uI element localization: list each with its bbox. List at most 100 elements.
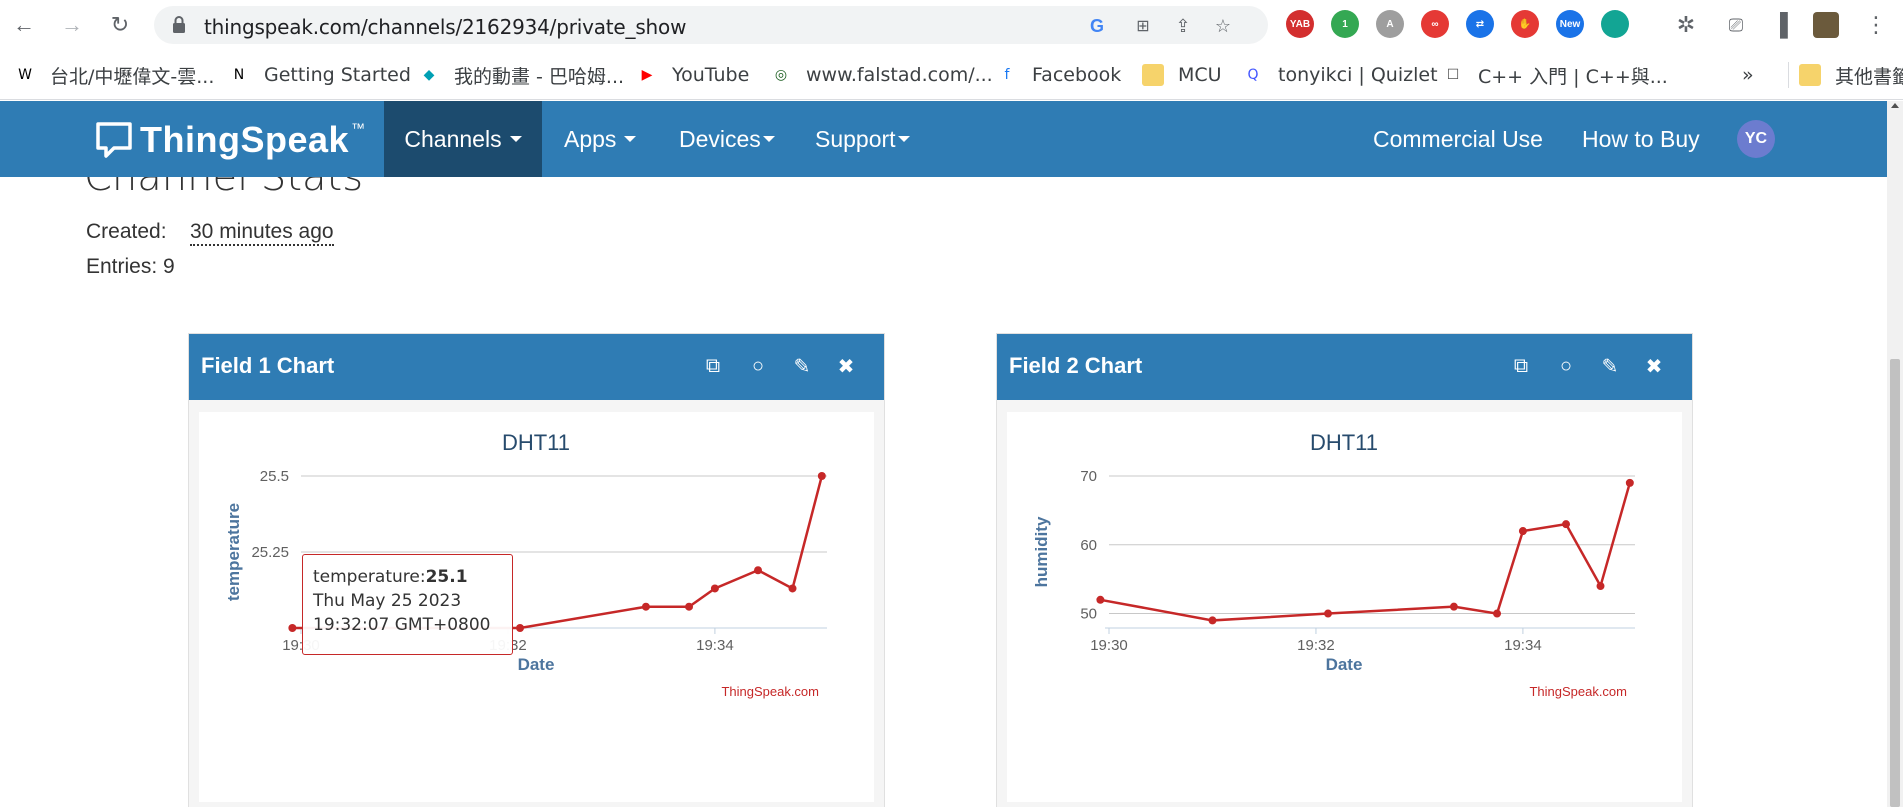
close-icon[interactable]: ✖ <box>833 352 859 380</box>
lock-icon <box>173 16 185 33</box>
data-point[interactable] <box>516 624 525 632</box>
bookmark-item[interactable]: Qtonyikci | Quizlet <box>1242 62 1438 88</box>
y-tick-label: 70 <box>1080 468 1097 485</box>
kebab-menu-icon[interactable]: ⋮ <box>1862 11 1890 39</box>
url-text: thingspeak.com/channels/2162934/private_… <box>204 15 687 39</box>
data-point[interactable] <box>754 566 763 575</box>
back-arrow-icon[interactable]: ← <box>10 11 38 39</box>
data-point[interactable] <box>1493 609 1502 618</box>
logo-speech-icon <box>96 122 132 158</box>
bookmark-favicon-icon: ◎ <box>774 67 788 83</box>
chart-credit[interactable]: ThingSpeak.com <box>1529 684 1627 699</box>
chart-title: DHT11 <box>502 430 570 455</box>
data-point[interactable] <box>788 584 797 593</box>
bookmark-favicon-icon: Q <box>1247 67 1259 83</box>
thingspeak-navbar: ThingSpeak ™ Channels Apps Devices Suppo… <box>0 101 1887 177</box>
bookmark-item[interactable]: W 台北/中壢偉文-雲... <box>14 62 214 88</box>
bookmark-item[interactable]: MCU <box>1142 62 1222 88</box>
data-point[interactable] <box>817 472 826 480</box>
nav-how-to-buy[interactable]: How to Buy <box>1582 101 1700 177</box>
data-point[interactable] <box>1625 478 1634 487</box>
data-point[interactable] <box>288 624 297 632</box>
tooltip-field: temperature: <box>313 567 426 587</box>
data-point[interactable] <box>1449 602 1458 611</box>
cast-icon[interactable]: ⎚ <box>1722 11 1750 39</box>
data-point[interactable] <box>641 602 650 611</box>
stop-extension-icon[interactable]: ✋ <box>1511 10 1539 38</box>
bookmark-item[interactable]: ◆ 我的動畫 - 巴哈姆... <box>418 62 624 88</box>
pencil-icon[interactable]: ✎ <box>1597 352 1623 380</box>
field-1-chart-panel: Field 1 Chart ⧉ ○ ✎ ✖ DHT11 25.25 25.5 19:3… <box>188 333 885 807</box>
data-point[interactable] <box>685 602 694 611</box>
bookmark-item[interactable]: N Getting Started <box>228 62 411 88</box>
nav-commercial-use[interactable]: Commercial Use <box>1373 101 1543 177</box>
bookmark-favicon-icon: W <box>18 67 32 83</box>
page-scrollbar[interactable] <box>1887 101 1903 807</box>
address-bar[interactable]: thingspeak.com/channels/2162934/private_… <box>154 6 1268 44</box>
nav-support[interactable]: Support <box>815 101 910 177</box>
nav-channels-label: Channels <box>404 125 502 152</box>
other-bookmarks-folder[interactable]: 其他書籤 <box>1788 62 1903 88</box>
infinity-extension-icon[interactable]: ∞ <box>1421 10 1449 38</box>
data-point[interactable] <box>1518 527 1527 536</box>
entries-count: Entries: 9 <box>86 255 175 278</box>
bookmark-item[interactable]: ☐ C++ 入門 | C++與... <box>1442 62 1668 88</box>
nav-apps[interactable]: Apps <box>564 101 637 177</box>
panel-title: Field 2 Chart <box>1009 353 1143 378</box>
scroll-up-arrow-icon[interactable] <box>1891 103 1899 108</box>
more-bookmarks-button[interactable]: » <box>1742 62 1754 88</box>
forward-arrow-icon[interactable]: → <box>58 11 86 39</box>
nav-devices[interactable]: Devices <box>679 101 775 177</box>
new-extension-icon[interactable]: New <box>1556 10 1584 38</box>
side-panel-icon[interactable]: ▐ <box>1766 11 1794 39</box>
data-point[interactable] <box>1208 616 1217 625</box>
yab-extension-icon[interactable]: YAB <box>1286 10 1314 38</box>
data-point[interactable] <box>1596 582 1605 591</box>
logo-trademark: ™ <box>351 120 366 136</box>
y-tick-label: 25.5 <box>260 468 289 485</box>
google-icon[interactable]: G <box>1086 15 1108 37</box>
comment-icon[interactable]: ○ <box>1553 352 1579 380</box>
share-icon[interactable]: ⇪ <box>1172 15 1194 37</box>
chart-area: DHT11 50 60 70 19:30 19:32 19:34 Date humidity Th… <box>1007 412 1682 802</box>
chart-credit[interactable]: ThingSpeak.com <box>721 684 819 699</box>
repeat-extension-icon[interactable]: ⇄ <box>1466 10 1494 38</box>
close-icon[interactable]: ✖ <box>1641 352 1667 380</box>
external-link-icon[interactable]: ⧉ <box>1508 352 1534 380</box>
bookmark-item[interactable]: f Facebook <box>996 62 1122 88</box>
shield-extension-icon[interactable]: 1 <box>1331 10 1359 38</box>
thingspeak-logo[interactable]: ThingSpeak ™ <box>94 119 365 161</box>
data-point[interactable] <box>1324 609 1333 618</box>
x-tick-label: 19:34 <box>1504 637 1542 654</box>
comment-icon[interactable]: ○ <box>745 352 771 380</box>
bookmark-label: tonyikci | Quizlet <box>1278 64 1438 86</box>
profile-icon[interactable] <box>1812 11 1840 39</box>
bookmark-item[interactable]: ◎ www.falstad.com/... <box>770 62 993 88</box>
other-bookmarks-label: 其他書籤 <box>1835 65 1903 88</box>
translate-extension-icon[interactable]: A <box>1376 10 1404 38</box>
nav-apps-label: Apps <box>564 125 617 152</box>
bookmark-item[interactable]: ▶ YouTube <box>636 62 750 88</box>
y-axis-title: temperature <box>224 503 243 601</box>
temperature-chart[interactable]: DHT1125.2525.519:3019:3219:34Datetempera… <box>199 412 874 802</box>
puzzle-icon[interactable]: ✲ <box>1672 11 1700 39</box>
external-link-icon[interactable]: ⧉ <box>700 352 726 380</box>
x-axis-title: Date <box>1326 655 1363 674</box>
pencil-icon[interactable]: ✎ <box>789 352 815 380</box>
bookmark-label: YouTube <box>672 64 750 86</box>
panel-header: Field 2 Chart ⧉ ○ ✎ ✖ <box>997 334 1692 400</box>
scroll-thumb[interactable] <box>1890 359 1900 807</box>
bookmark-favicon-icon: N <box>233 67 245 83</box>
data-point[interactable] <box>710 584 719 593</box>
data-point[interactable] <box>1562 520 1571 529</box>
x-tick-label: 19:34 <box>696 637 734 654</box>
humidity-chart[interactable]: DHT11 50 60 70 19:30 19:32 19:34 Date humidity Th… <box>1007 412 1682 802</box>
y-tick-label: 50 <box>1080 606 1097 623</box>
reload-icon[interactable]: ↻ <box>106 11 134 39</box>
chat-extension-icon[interactable] <box>1601 10 1629 38</box>
data-point[interactable] <box>1096 595 1105 604</box>
star-icon[interactable]: ☆ <box>1212 15 1234 37</box>
translate-icon[interactable]: ⊞ <box>1132 15 1154 37</box>
nav-channels[interactable]: Channels <box>384 101 542 177</box>
user-avatar[interactable]: YC <box>1737 120 1775 158</box>
